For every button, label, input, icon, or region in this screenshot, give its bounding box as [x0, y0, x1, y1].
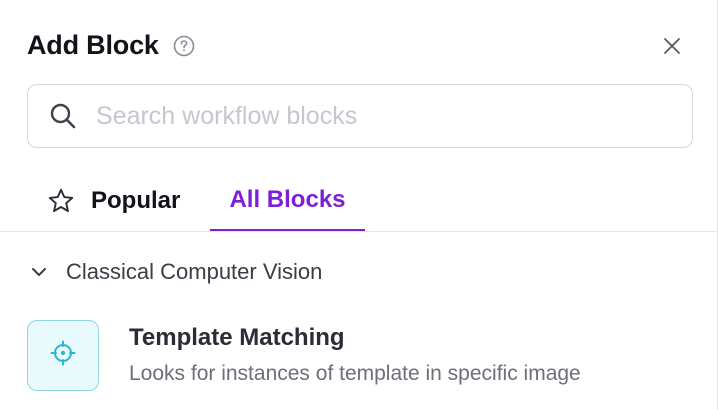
tab-all-blocks[interactable]: All Blocks: [210, 170, 365, 231]
block-icon-box: [27, 320, 99, 391]
panel-header: Add Block: [27, 30, 195, 61]
close-icon: [663, 37, 681, 60]
help-circle-icon[interactable]: [173, 35, 195, 57]
close-button[interactable]: [658, 34, 686, 62]
crosshair-icon: [50, 340, 76, 371]
star-icon: [46, 186, 76, 216]
search-input[interactable]: [94, 100, 658, 132]
page-title: Add Block: [27, 30, 159, 60]
category-header[interactable]: Classical Computer Vision: [28, 259, 322, 285]
tab-popular-label: Popular: [91, 186, 181, 214]
tab-all-blocks-label: All Blocks: [229, 185, 346, 213]
tab-bar: Popular All Blocks: [0, 170, 718, 232]
search-box[interactable]: [27, 84, 693, 148]
chevron-down-icon: [28, 261, 50, 283]
search-icon: [48, 101, 78, 131]
block-description: Looks for instances of template in speci…: [129, 362, 581, 385]
block-text: Template Matching Looks for instances of…: [129, 320, 581, 386]
add-block-panel: Add Block Search workflow blocks Popular…: [0, 0, 718, 410]
block-title: Template Matching: [129, 324, 345, 351]
tab-popular[interactable]: Popular: [46, 170, 180, 231]
category-label: Classical Computer Vision: [66, 259, 323, 284]
block-item[interactable]: Template Matching Looks for instances of…: [27, 320, 687, 392]
